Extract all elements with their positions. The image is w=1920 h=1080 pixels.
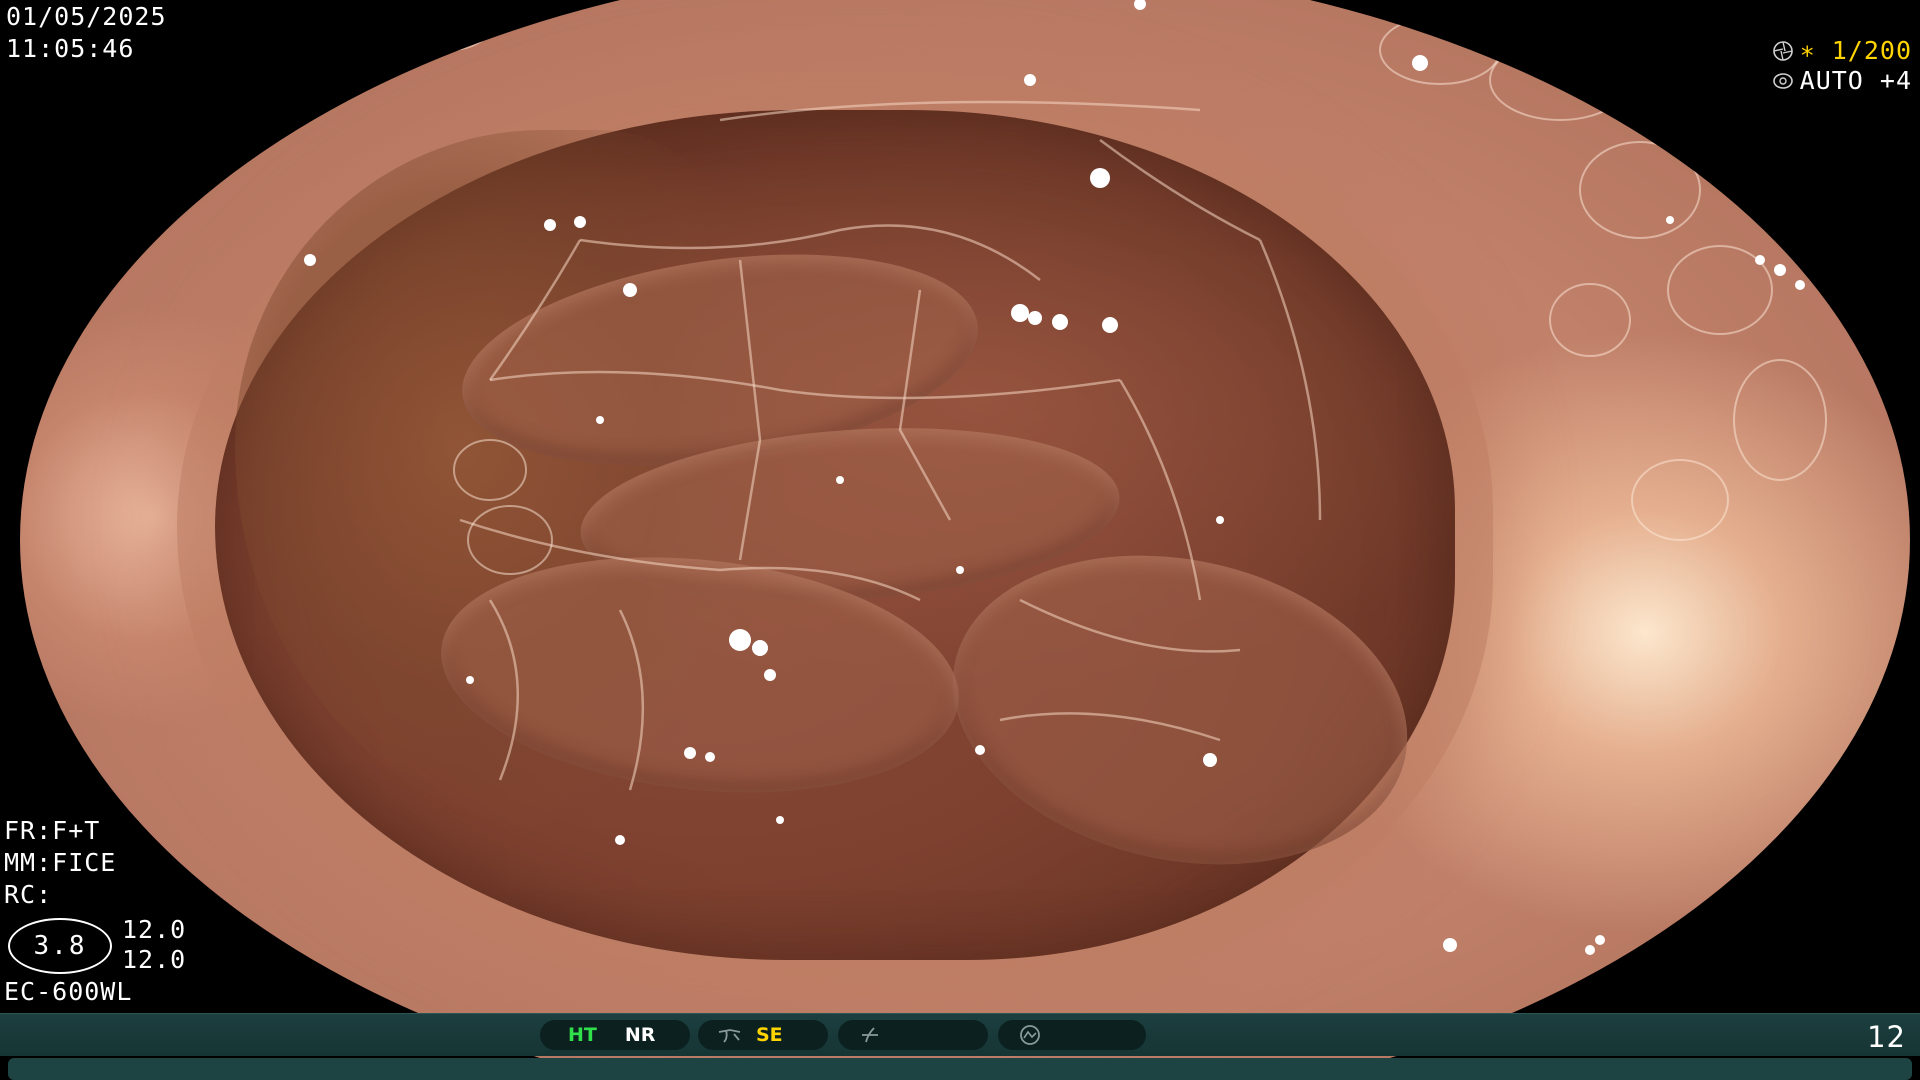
scope-model: EC-600WL <box>4 977 133 1006</box>
status-se: SE <box>756 1024 783 1046</box>
shutter-speed: ∗ 1/200 <box>1799 36 1912 65</box>
exam-date: 01/05/2025 <box>6 2 167 31</box>
status-pill-se: SE <box>698 1020 828 1050</box>
exposure-mode: AUTO +4 <box>1799 66 1912 95</box>
enhancement-level-b: 12.0 <box>122 945 187 974</box>
frame-rate-mode: FR:F+T <box>4 816 101 845</box>
color-mode-icon <box>856 1024 884 1046</box>
image-mode: MM:FICE <box>4 848 117 877</box>
status-bar: HT NR SE <box>0 1013 1920 1056</box>
record-status: RC: <box>4 880 53 909</box>
exam-time: 11:05:46 <box>6 34 135 63</box>
endoscopic-image <box>20 0 1910 1080</box>
exposure-readout: AUTO +4 <box>1772 68 1912 93</box>
iris-icon <box>1772 70 1794 92</box>
pump-icon <box>1016 1024 1044 1046</box>
structure-enhance-icon <box>716 1024 744 1046</box>
status-ht: HT <box>568 1024 597 1046</box>
bubble-film <box>20 0 1910 1080</box>
aperture-icon <box>1772 40 1794 62</box>
status-pill-ht-nr: HT NR <box>540 1020 690 1050</box>
status-nr: NR <box>624 1024 656 1046</box>
status-pill-pump <box>998 1020 1146 1050</box>
zoom-badge: 3.8 <box>8 918 112 974</box>
endoscopy-screen: 01/05/2025 11:05:46 ∗ 1/200 AUTO +4 FR:F… <box>0 0 1920 1080</box>
enhancement-level-a: 12.0 <box>122 915 187 944</box>
frame-number: 12 <box>1867 1020 1906 1054</box>
zoom-value: 3.8 <box>33 931 87 961</box>
status-pill-color <box>838 1020 988 1050</box>
status-bar-footer <box>8 1058 1912 1080</box>
shutter-readout: ∗ 1/200 <box>1772 38 1912 63</box>
